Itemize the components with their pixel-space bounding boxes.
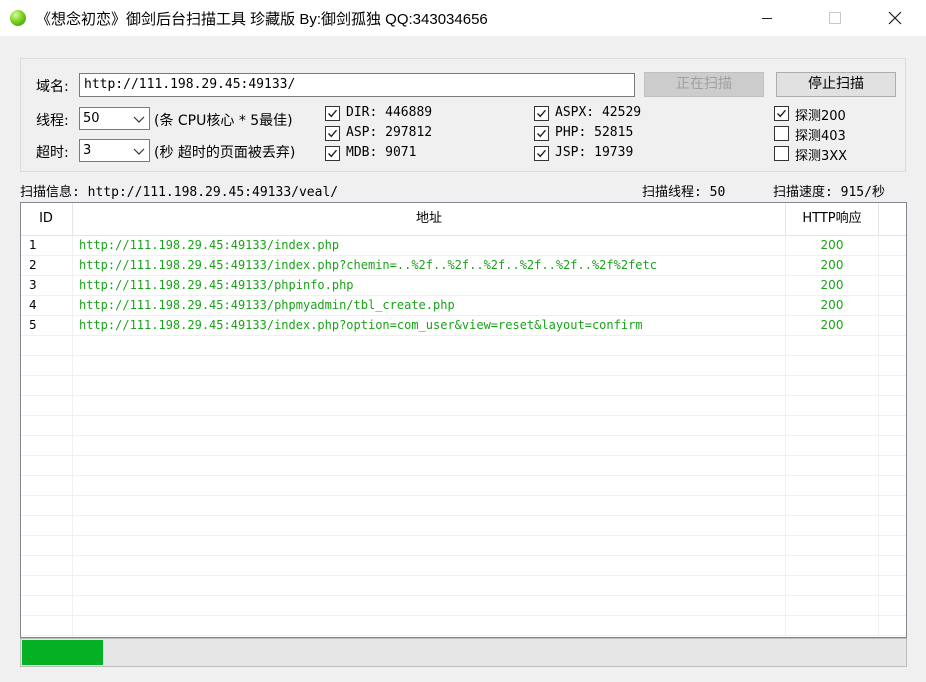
row-url[interactable]: http://111.198.29.45:49133/phpinfo.php	[79, 275, 354, 295]
title-bar: 《想念初恋》御剑后台扫描工具 珍藏版 By:御剑孤独 QQ:343034656	[0, 0, 926, 36]
row-http-code: 200	[820, 318, 844, 332]
dict-mdb-checkbox[interactable]	[325, 146, 340, 161]
scan-progress-bar	[20, 638, 907, 667]
row-http-code: 200	[820, 238, 844, 252]
row-url[interactable]: http://111.198.29.45:49133/index.php?opt…	[79, 315, 643, 335]
list-header: ID 地址 HTTP响应	[21, 203, 906, 236]
table-row[interactable]: 2 http://111.198.29.45:49133/index.php?ch…	[21, 255, 906, 275]
dict-dir-checkbox[interactable]	[325, 106, 340, 121]
checkmark-icon	[328, 129, 338, 138]
scan-threads: 扫描线程: 50	[642, 185, 726, 200]
dict-aspx-label: ASPX: 42529	[555, 105, 642, 120]
table-row[interactable]: 3 http://111.198.29.45:49133/phpinfo.php 2…	[21, 275, 906, 295]
dict-dir-label: DIR: 446889	[346, 105, 433, 120]
dict-asp-checkbox[interactable]	[325, 126, 340, 141]
probe-200-label: 探测200	[795, 109, 846, 124]
table-row[interactable]: 4 http://111.198.29.45:49133/phpmyadmin/t…	[21, 295, 906, 315]
close-button[interactable]	[872, 0, 918, 36]
checkmark-icon	[537, 149, 547, 158]
domain-input[interactable]: http://111.198.29.45:49133/	[79, 73, 635, 97]
dict-php-checkbox[interactable]	[534, 126, 549, 141]
checkmark-icon	[328, 109, 338, 118]
timeout-hint: (秒 超时的页面被丢弃)	[154, 145, 296, 161]
threads-value: 50	[83, 111, 100, 126]
threads-label: 线程:	[36, 113, 69, 129]
probe-200-checkbox[interactable]	[774, 106, 789, 121]
probe-403-label: 探测403	[795, 129, 846, 144]
timeout-value: 3	[83, 143, 92, 158]
checkmark-icon	[777, 109, 787, 118]
window-title: 《想念初恋》御剑后台扫描工具 珍藏版 By:御剑孤独 QQ:343034656	[36, 11, 488, 28]
probe-403-checkbox[interactable]	[774, 126, 789, 141]
row-id: 5	[29, 318, 37, 332]
dict-php-label: PHP: 52815	[555, 125, 634, 140]
row-id: 2	[29, 258, 37, 272]
dict-aspx-checkbox[interactable]	[534, 106, 549, 121]
close-icon	[888, 11, 902, 25]
column-header-address[interactable]: 地址	[73, 203, 785, 235]
scanning-button[interactable]: 正在扫描	[644, 72, 764, 97]
probe-3xx-label: 探测3XX	[795, 149, 848, 164]
checkmark-icon	[537, 129, 547, 138]
row-http-code: 200	[820, 298, 844, 312]
stop-scan-button[interactable]: 停止扫描	[776, 72, 896, 97]
row-id: 1	[29, 238, 37, 252]
row-url[interactable]: http://111.198.29.45:49133/phpmyadmin/tb…	[79, 295, 455, 315]
progress-fill	[22, 640, 103, 665]
table-row[interactable]: 1 http://111.198.29.45:49133/index.php 200	[21, 235, 906, 255]
dict-jsp-label: JSP: 19739	[555, 145, 634, 160]
threads-hint: (条 CPU核心 * 5最佳)	[154, 113, 293, 129]
chevron-down-icon	[133, 148, 145, 155]
probe-3xx-checkbox[interactable]	[774, 146, 789, 161]
row-url[interactable]: http://111.198.29.45:49133/index.php	[79, 235, 339, 255]
dict-mdb-label: MDB: 9071	[346, 145, 417, 160]
column-header-http[interactable]: HTTP响应	[786, 203, 878, 235]
chevron-down-icon	[133, 116, 145, 123]
row-id: 3	[29, 278, 37, 292]
row-http-code: 200	[820, 278, 844, 292]
dict-jsp-checkbox[interactable]	[534, 146, 549, 161]
row-url[interactable]: http://111.198.29.45:49133/index.php?che…	[79, 255, 657, 275]
scan-info: 扫描信息: http://111.198.29.45:49133/veal/	[20, 185, 339, 200]
column-header-id[interactable]: ID	[21, 203, 71, 235]
minimize-button[interactable]	[744, 0, 790, 36]
row-http-code: 200	[820, 258, 844, 272]
checkmark-icon	[537, 109, 547, 118]
timeout-label: 超时:	[36, 145, 69, 161]
domain-label: 域名:	[36, 79, 69, 95]
maximize-icon	[829, 12, 841, 24]
result-list[interactable]: ID 地址 HTTP响应 1 http://111.198.29.45:49133…	[20, 202, 907, 638]
row-id: 4	[29, 298, 37, 312]
minimize-icon	[762, 18, 772, 19]
checkmark-icon	[328, 149, 338, 158]
scan-speed: 扫描速度: 915/秒	[773, 185, 885, 200]
table-row[interactable]: 5 http://111.198.29.45:49133/index.php?op…	[21, 315, 906, 335]
maximize-button[interactable]	[812, 0, 858, 36]
timeout-select[interactable]: 3	[79, 139, 150, 162]
threads-select[interactable]: 50	[79, 107, 150, 130]
dict-asp-label: ASP: 297812	[346, 125, 433, 140]
green-ball-icon	[10, 10, 26, 26]
